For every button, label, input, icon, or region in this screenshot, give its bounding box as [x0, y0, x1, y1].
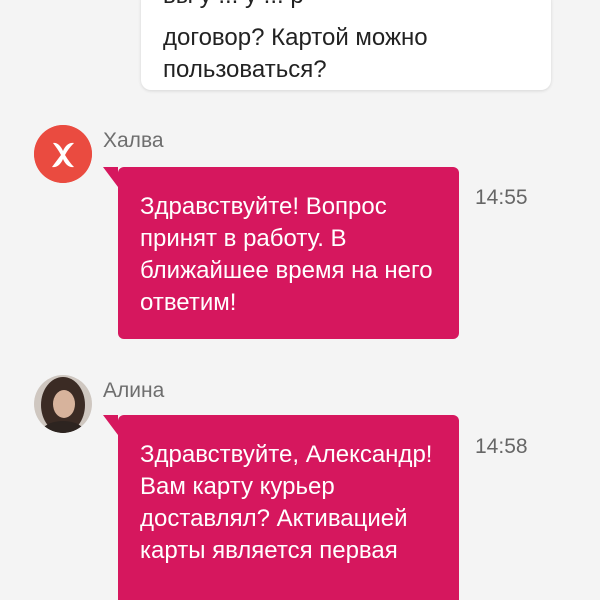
message-time: 14:58: [475, 435, 528, 458]
user-message-bubble: вы у ... у ... р договор? Картой можно п…: [141, 0, 551, 90]
message-text: Здравствуйте! Вопрос принят в работу. В …: [140, 193, 433, 316]
message-time: 14:55: [475, 186, 528, 209]
sender-name: Халва: [103, 129, 164, 152]
message-bubble: Здравствуйте, Александр! Вам карту курье…: [103, 415, 459, 600]
message-text: Здравствуйте, Александр! Вам карту курье…: [140, 441, 433, 564]
chat-thread: вы у ... у ... р договор? Картой можно п…: [0, 0, 600, 600]
halva-logo-icon[interactable]: [34, 125, 92, 183]
sender-name: Алина: [103, 379, 165, 402]
user-message-text: вы у ... у ... р договор? Картой можно п…: [163, 0, 527, 86]
avatar[interactable]: [34, 375, 92, 433]
user-message-visible-text: договор? Картой можно пользоваться?: [163, 24, 428, 83]
message-bubble: Здравствуйте! Вопрос принят в работу. В …: [103, 167, 459, 339]
